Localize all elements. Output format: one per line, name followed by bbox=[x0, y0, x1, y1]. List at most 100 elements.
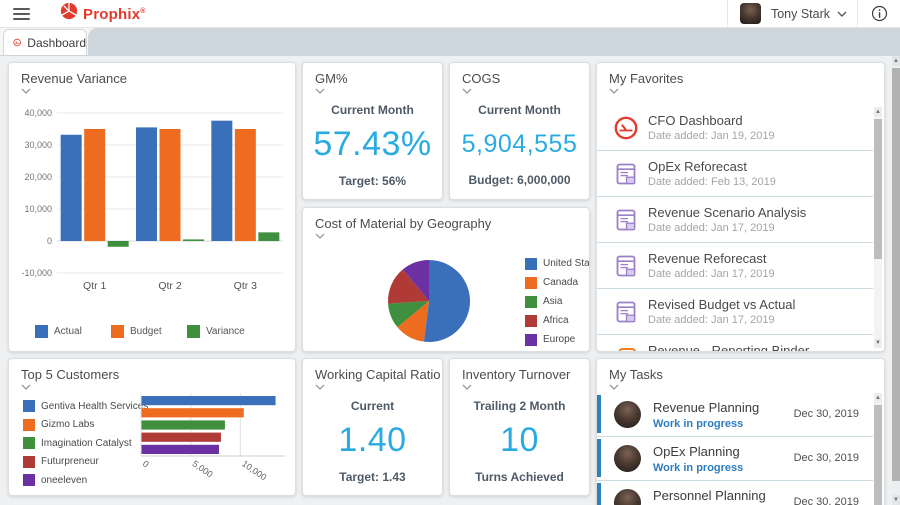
revenue-variance-chart: 40,00030,00020,00010,0000-10,000Qtr 1Qtr… bbox=[13, 97, 293, 297]
kpi-target: Target: 1.43 bbox=[339, 470, 405, 484]
favorite-date-added: Date added: Jan 17, 2019 bbox=[648, 314, 795, 326]
favorite-date-added: Date added: Feb 13, 2019 bbox=[648, 176, 776, 188]
card-title: COGS bbox=[462, 71, 500, 86]
kpi-target: Target: 56% bbox=[339, 174, 406, 188]
task-list-item[interactable]: OpEx Planning Work in progress Dec 30, 201… bbox=[597, 437, 873, 481]
user-menu[interactable]: Tony Stark bbox=[728, 0, 857, 27]
svg-text:40,000: 40,000 bbox=[24, 108, 52, 118]
scrollbar-thumb[interactable] bbox=[874, 119, 882, 259]
favorite-list-item[interactable]: Revenue Scenario AnalysisDate added: Jan… bbox=[597, 197, 873, 243]
legend-swatch bbox=[525, 334, 537, 346]
legend-label: Imagination Catalyst bbox=[41, 438, 132, 449]
task-due-date: Dec 30, 2019 bbox=[794, 452, 859, 464]
legend-item: Futurpreneur bbox=[23, 453, 148, 472]
tasks-scrollbar[interactable]: ▲ bbox=[874, 393, 882, 505]
task-list-item[interactable]: Revenue PlanningWork in progressDec 30, … bbox=[597, 393, 873, 437]
scroll-up-icon[interactable]: ▲ bbox=[874, 107, 882, 117]
hamburger-menu-icon[interactable] bbox=[13, 8, 30, 20]
legend-item: Canada bbox=[525, 273, 590, 292]
prophix-logo[interactable]: Prophix® bbox=[60, 2, 146, 25]
legend-swatch bbox=[111, 325, 124, 338]
card-title: Working Capital Ratio bbox=[315, 367, 440, 382]
card-inventory-turnover: Inventory Turnover Trailing 2 Month 10 T… bbox=[449, 358, 590, 496]
task-text: OpEx Planning Work in progress bbox=[653, 444, 743, 474]
legend-item: Imagination Catalyst bbox=[23, 434, 148, 453]
favorite-list-item[interactable]: Revised Budget vs Actual Date added: Jan … bbox=[597, 289, 873, 335]
legend-label: Europe bbox=[543, 334, 575, 345]
collapse-chevron-icon[interactable] bbox=[21, 88, 31, 94]
favorite-text: Revised Budget vs Actual Date added: Jan … bbox=[648, 297, 795, 326]
card-title: Top 5 Customers bbox=[21, 367, 119, 382]
task-title: Personnel Planning bbox=[653, 488, 766, 503]
collapse-chevron-icon[interactable] bbox=[462, 384, 472, 390]
collapse-chevron-icon[interactable] bbox=[462, 88, 472, 94]
favorite-title: CFO Dashboard bbox=[648, 113, 775, 128]
task-status-link[interactable]: Work in progress bbox=[653, 462, 743, 474]
favorite-title: OpEx Reforecast bbox=[648, 159, 776, 174]
favorite-title: Revised Budget vs Actual bbox=[648, 297, 795, 312]
collapse-chevron-icon[interactable] bbox=[315, 88, 325, 94]
task-text: Revenue PlanningWork in progress bbox=[653, 400, 759, 430]
legend-swatch bbox=[23, 400, 35, 412]
scroll-down-icon[interactable]: ▼ bbox=[874, 338, 882, 348]
favorites-scrollbar[interactable]: ▲ ▼ bbox=[874, 107, 882, 348]
task-title: OpEx Planning bbox=[653, 444, 743, 459]
favorite-list-item[interactable]: Revenue ReforecastDate added: Jan 17, 20… bbox=[597, 243, 873, 289]
legend-item: Actual bbox=[35, 325, 111, 338]
svg-text:Qtr 2: Qtr 2 bbox=[158, 280, 181, 292]
legend-label: Actual bbox=[54, 326, 82, 337]
kpi-target: Turns Achieved bbox=[475, 470, 564, 484]
favorite-list-item[interactable]: CFO Dashboard Date added: Jan 19, 2019 bbox=[597, 105, 873, 151]
dashboard-icon bbox=[13, 36, 21, 49]
legend-item: Africa bbox=[525, 311, 590, 330]
card-my-favorites: My Favorites CFO DashboardDate added: Ja… bbox=[596, 62, 885, 352]
legend-item: Asia bbox=[525, 292, 590, 311]
template-icon bbox=[613, 207, 639, 233]
svg-text:-10,000: -10,000 bbox=[21, 268, 52, 278]
favorite-date-added: Date added: Jan 17, 2019 bbox=[648, 268, 775, 280]
task-status-stripe bbox=[597, 395, 601, 433]
legend-label: Variance bbox=[206, 326, 245, 337]
scrollbar-thumb[interactable] bbox=[874, 405, 882, 505]
info-icon bbox=[871, 5, 888, 22]
geography-pie-legend: United StatesCanadaAsiaAfrica Europe bbox=[525, 254, 590, 349]
page-scrollbar[interactable]: ▲ ▼ bbox=[892, 56, 900, 505]
legend-item: United States bbox=[525, 254, 590, 273]
legend-item: Variance bbox=[187, 325, 263, 338]
kpi-label: Current bbox=[351, 399, 394, 413]
favorite-date-added: Date added: Jan 19, 2019 bbox=[648, 130, 775, 142]
kpi-value: 57.43% bbox=[313, 125, 431, 164]
legend-label: Gizmo Labs bbox=[41, 419, 94, 430]
favorite-list-item[interactable]: OpEx Reforecast Date added: Feb 13, 2019 bbox=[597, 151, 873, 197]
tab-label: Dashboard bbox=[27, 36, 86, 50]
user-name: Tony Stark bbox=[771, 7, 830, 21]
collapse-chevron-icon[interactable] bbox=[609, 384, 619, 390]
scroll-up-icon[interactable]: ▲ bbox=[892, 56, 900, 66]
kpi-value: 5,904,555 bbox=[462, 130, 578, 159]
collapse-chevron-icon[interactable] bbox=[21, 384, 31, 390]
task-status-link[interactable]: Work in progress bbox=[653, 418, 759, 430]
kpi-label: Current Month bbox=[331, 103, 414, 117]
tab-dashboard[interactable]: Dashboard bbox=[3, 29, 87, 55]
card-cost-of-material: Cost of Material by Geography United Sta… bbox=[302, 207, 590, 352]
collapse-chevron-icon[interactable] bbox=[315, 384, 325, 390]
favorite-title: Revenue - Reporting Binder bbox=[648, 343, 809, 351]
favorite-list-item[interactable]: Revenue - Reporting BinderDate added: Ja… bbox=[597, 335, 873, 351]
tab-bar: Dashboard bbox=[0, 28, 900, 56]
scrollbar-thumb[interactable] bbox=[892, 68, 900, 481]
legend-swatch bbox=[23, 456, 35, 468]
info-button[interactable] bbox=[858, 0, 900, 27]
collapse-chevron-icon[interactable] bbox=[315, 233, 325, 239]
legend-swatch bbox=[525, 277, 537, 289]
legend-label: Futurpreneur bbox=[41, 456, 99, 467]
task-status-stripe bbox=[597, 483, 601, 505]
chevron-down-icon bbox=[837, 11, 847, 17]
scroll-down-icon[interactable]: ▼ bbox=[892, 495, 900, 505]
kpi-target: Budget: 6,000,000 bbox=[468, 173, 570, 187]
card-title: Cost of Material by Geography bbox=[315, 216, 491, 231]
collapse-chevron-icon[interactable] bbox=[609, 88, 619, 94]
kpi-label: Trailing 2 Month bbox=[474, 399, 566, 413]
task-list-item[interactable]: Personnel PlanningDec 30, 2019 bbox=[597, 481, 873, 505]
scroll-up-icon[interactable]: ▲ bbox=[874, 393, 882, 403]
top-bar: Prophix® Tony Stark bbox=[0, 0, 900, 28]
